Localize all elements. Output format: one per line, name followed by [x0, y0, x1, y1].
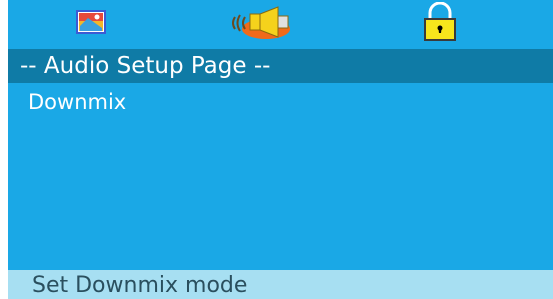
setup-tab-bar: [8, 0, 553, 48]
status-bar: Set Downmix mode: [8, 270, 553, 299]
tab-general-setup[interactable]: [63, 0, 119, 48]
speaker-icon: [228, 4, 294, 44]
menu-item-downmix[interactable]: Downmix: [8, 85, 553, 119]
audio-setup-menu: Downmix: [8, 85, 553, 119]
page-title: -- Audio Setup Page --: [8, 49, 553, 83]
tab-audio-setup[interactable]: [226, 0, 296, 48]
tab-password-setup[interactable]: [418, 0, 462, 48]
lock-icon: [422, 1, 458, 46]
general-setup-icon: [76, 10, 106, 38]
osd-screen: -- Audio Setup Page -- Downmix Set Downm…: [8, 0, 553, 299]
